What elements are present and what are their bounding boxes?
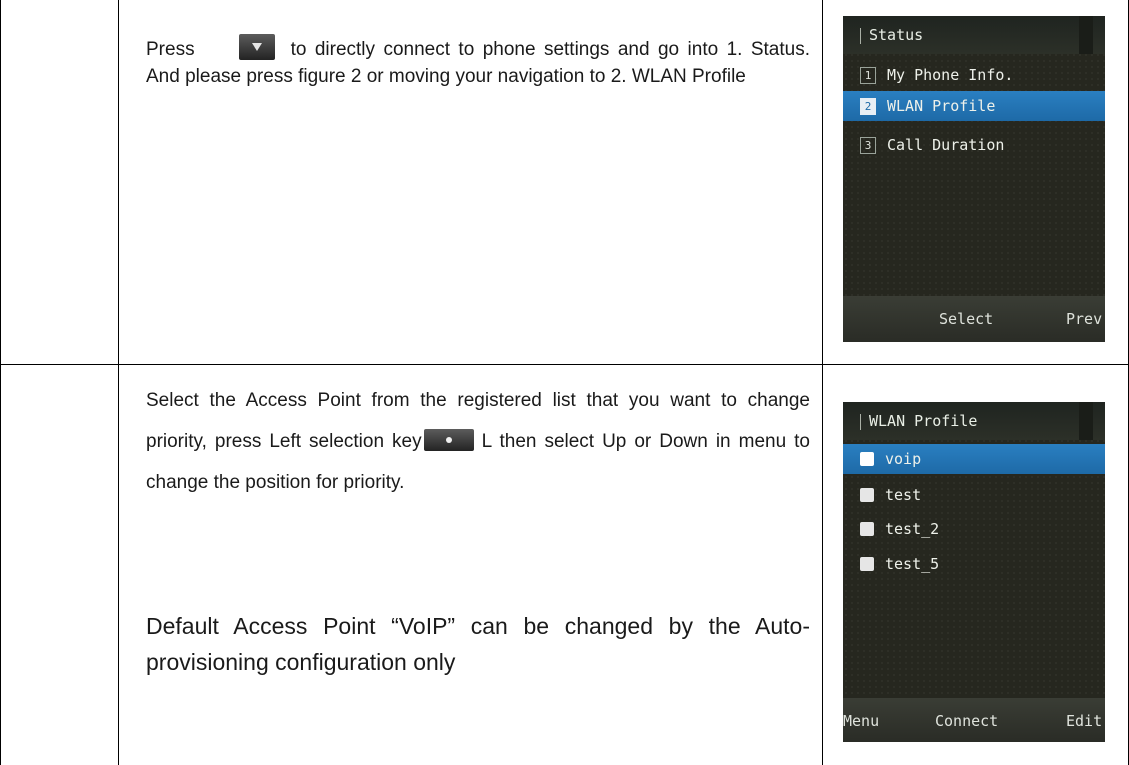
softkey-select[interactable]: Select <box>939 310 993 328</box>
title-marker <box>860 28 861 44</box>
menu-item-label: My Phone Info. <box>887 66 1014 84</box>
title-bar-shade <box>1079 402 1093 440</box>
row2-instruction: Select the Access Point from the registe… <box>146 380 810 503</box>
screen-title: WLAN Profile <box>869 412 978 430</box>
screen-title-bar: Status <box>843 16 1105 54</box>
checkbox-icon[interactable] <box>860 522 874 536</box>
softkey-connect[interactable]: Connect <box>935 712 998 730</box>
menu-item-wlan-profile[interactable]: 2 WLAN Profile <box>843 91 1105 121</box>
screen-title: Status <box>869 26 924 44</box>
table-column-divider <box>822 0 823 765</box>
access-point-label: test_2 <box>885 520 940 538</box>
menu-item-my-phone-info[interactable]: 1 My Phone Info. <box>843 60 1105 90</box>
left-selection-key-icon <box>423 428 474 451</box>
phone-screen-status: Status 1 My Phone Info. 2 WLAN Profile 3… <box>843 16 1105 342</box>
row1-instruction: Press to directly connect to phone settin… <box>146 33 810 90</box>
title-marker <box>860 414 861 430</box>
menu-item-label: WLAN Profile <box>887 97 996 115</box>
item-number-badge: 3 <box>860 137 876 154</box>
table-border-left <box>0 0 1 765</box>
access-point-label: test <box>885 486 922 504</box>
access-point-item-test-2[interactable]: test_2 <box>843 514 1105 544</box>
softkey-bar: Menu Connect Edit <box>843 698 1105 742</box>
table-column-divider <box>118 0 119 765</box>
softkey-prev[interactable]: Prev <box>1066 310 1102 328</box>
navigation-down-key-icon <box>238 33 275 60</box>
checkbox-icon[interactable] <box>860 488 874 502</box>
access-point-label: voip <box>885 450 922 468</box>
menu-item-label: Call Duration <box>887 136 1005 154</box>
screen-title-bar: WLAN Profile <box>843 402 1105 440</box>
checkbox-icon[interactable] <box>860 452 874 466</box>
menu-item-call-duration[interactable]: 3 Call Duration <box>843 130 1105 160</box>
softkey-bar: Select Prev <box>843 296 1105 342</box>
press-word: Press <box>146 39 195 60</box>
softkey-edit[interactable]: Edit <box>1066 712 1102 730</box>
phone-screen-wlan-profile: WLAN Profile voip test test_2 test_5 Men… <box>843 402 1105 742</box>
key-letter: L <box>481 431 492 452</box>
access-point-item-test[interactable]: test <box>843 480 1105 510</box>
item-number-badge: 2 <box>860 98 876 115</box>
item-number-badge: 1 <box>860 67 876 84</box>
title-bar-shade <box>1079 16 1093 54</box>
access-point-label: test_5 <box>885 555 940 573</box>
access-point-item-voip[interactable]: voip <box>843 444 1105 474</box>
default-ap-note: Default Access Point “VoIP” can be chang… <box>146 613 810 675</box>
access-point-item-test-5[interactable]: test_5 <box>843 549 1105 579</box>
table-row-divider <box>0 364 1129 365</box>
checkbox-icon[interactable] <box>860 557 874 571</box>
softkey-menu[interactable]: Menu <box>843 712 879 730</box>
